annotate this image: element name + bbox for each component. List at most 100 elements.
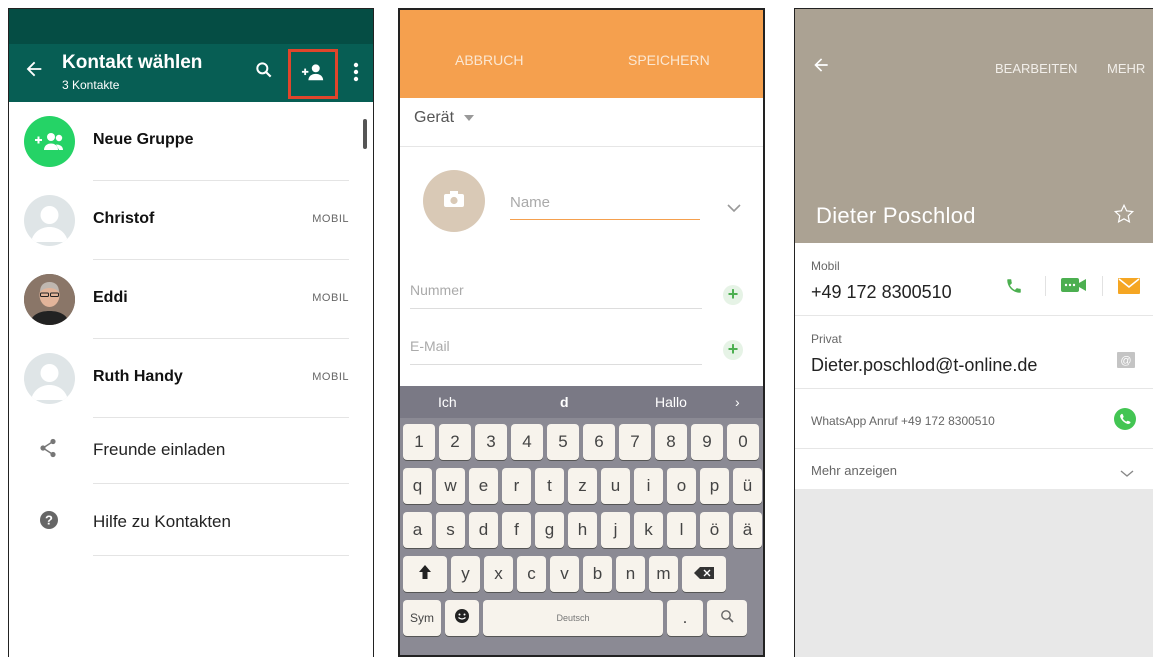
key[interactable]: s xyxy=(436,512,465,548)
key[interactable]: k xyxy=(634,512,663,548)
key[interactable]: d xyxy=(469,512,498,548)
mobile-number-row[interactable]: Mobil +49 172 8300510 xyxy=(795,243,1153,316)
key[interactable]: t xyxy=(535,468,564,504)
back-arrow-icon[interactable] xyxy=(23,58,45,85)
add-number-icon[interactable]: + xyxy=(723,285,743,305)
edit-button[interactable]: BEARBEITEN xyxy=(995,61,1077,76)
contacts-help-item[interactable]: ? Hilfe zu Kontakten xyxy=(9,484,373,556)
key[interactable]: 7 xyxy=(619,424,651,460)
keyboard-row-numbers: 1 2 3 4 5 6 7 8 9 0 xyxy=(403,424,759,460)
expand-chevron-icon[interactable] xyxy=(727,200,741,218)
key[interactable]: 8 xyxy=(655,424,687,460)
key[interactable]: f xyxy=(502,512,531,548)
key[interactable]: 6 xyxy=(583,424,615,460)
svg-text:?: ? xyxy=(45,513,53,528)
suggestion-expand-icon[interactable]: › xyxy=(735,394,740,410)
back-arrow-icon[interactable] xyxy=(811,55,831,80)
contact-row-christof[interactable]: Christof MOBIL xyxy=(9,181,373,260)
symbols-key[interactable]: Sym xyxy=(403,600,441,636)
key[interactable]: a xyxy=(403,512,432,548)
save-button[interactable]: SPEICHERN xyxy=(628,52,710,68)
contact-header: BEARBEITEN MEHR Dieter Poschlod xyxy=(795,9,1153,243)
show-more-row[interactable]: Mehr anzeigen xyxy=(795,449,1153,489)
key[interactable]: i xyxy=(634,468,663,504)
key[interactable]: o xyxy=(667,468,696,504)
more-options-icon[interactable] xyxy=(353,62,359,87)
key[interactable]: q xyxy=(403,468,432,504)
contact-name: Christof xyxy=(93,210,155,227)
divider xyxy=(93,555,349,556)
search-icon[interactable] xyxy=(254,60,274,85)
keyboard-row-2: a s d f g h j k l ö ä xyxy=(403,512,762,548)
list-item-new-group[interactable]: Neue Gruppe xyxy=(9,102,373,181)
avatar xyxy=(24,353,75,404)
shift-key[interactable] xyxy=(403,556,447,592)
phone-number-field[interactable]: Nummer xyxy=(410,282,702,309)
on-screen-keyboard: Ich d Hallo › 1 2 3 4 5 6 7 8 9 0 q w e … xyxy=(400,386,763,655)
video-call-icon[interactable] xyxy=(1061,277,1087,298)
invite-friends-item[interactable]: Freunde einladen xyxy=(9,412,373,484)
key[interactable]: 3 xyxy=(475,424,507,460)
key[interactable]: 5 xyxy=(547,424,579,460)
add-email-icon[interactable]: + xyxy=(723,340,743,360)
contact-row-eddi[interactable]: Eddi MOBIL xyxy=(9,260,373,339)
camera-icon xyxy=(443,190,465,213)
add-contact-button[interactable] xyxy=(288,49,338,99)
whatsapp-icon[interactable] xyxy=(1113,407,1137,436)
key[interactable]: ü xyxy=(733,468,762,504)
key[interactable]: j xyxy=(601,512,630,548)
email-field[interactable]: E-Mail xyxy=(410,338,702,365)
backspace-key[interactable] xyxy=(682,556,726,592)
phone-call-icon[interactable] xyxy=(1005,277,1023,300)
emoji-key[interactable] xyxy=(445,600,479,636)
contact-name: Ruth Handy xyxy=(93,368,183,385)
list-item-label: Neue Gruppe xyxy=(93,131,194,148)
divider xyxy=(1045,276,1046,296)
key[interactable]: ö xyxy=(700,512,729,548)
whatsapp-call-label: WhatsApp Anruf +49 172 8300510 xyxy=(811,414,995,428)
key[interactable]: y xyxy=(451,556,480,592)
key[interactable]: e xyxy=(469,468,498,504)
key[interactable]: 9 xyxy=(691,424,723,460)
search-icon xyxy=(720,608,734,628)
key[interactable]: 0 xyxy=(727,424,759,460)
invite-friends-label: Freunde einladen xyxy=(93,440,226,459)
whatsapp-call-row[interactable]: WhatsApp Anruf +49 172 8300510 xyxy=(795,389,1153,449)
more-button[interactable]: MEHR xyxy=(1107,61,1145,76)
key[interactable]: g xyxy=(535,512,564,548)
cancel-button[interactable]: ABBRUCH xyxy=(455,52,523,68)
key[interactable]: p xyxy=(700,468,729,504)
message-icon[interactable] xyxy=(1118,278,1140,299)
key[interactable]: 4 xyxy=(511,424,543,460)
contact-row-ruth-handy[interactable]: Ruth Handy MOBIL xyxy=(9,339,373,418)
period-key[interactable]: . xyxy=(667,600,703,636)
key[interactable]: r xyxy=(502,468,531,504)
key[interactable]: m xyxy=(649,556,678,592)
key[interactable]: l xyxy=(667,512,696,548)
key[interactable]: x xyxy=(484,556,513,592)
key[interactable]: 2 xyxy=(439,424,471,460)
name-field[interactable]: Name xyxy=(510,194,700,220)
suggestion-item[interactable]: d xyxy=(560,394,569,410)
email-row[interactable]: Privat Dieter.poschlod@t-online.de @ xyxy=(795,316,1153,389)
suggestion-item[interactable]: Ich xyxy=(438,394,457,410)
storage-account-select[interactable]: Gerät xyxy=(414,109,475,127)
email-icon[interactable]: @ xyxy=(1117,352,1135,373)
key[interactable]: 1 xyxy=(403,424,435,460)
key[interactable]: c xyxy=(517,556,546,592)
key[interactable]: z xyxy=(568,468,597,504)
group-add-icon xyxy=(24,116,75,167)
favorite-star-icon[interactable] xyxy=(1113,203,1135,230)
key[interactable]: h xyxy=(568,512,597,548)
add-photo-button[interactable] xyxy=(423,170,485,232)
whatsapp-contact-picker: Kontakt wählen 3 Kontakte Neue Gruppe Ch… xyxy=(8,8,374,657)
key[interactable]: b xyxy=(583,556,612,592)
key[interactable]: w xyxy=(436,468,465,504)
key[interactable]: n xyxy=(616,556,645,592)
key[interactable]: u xyxy=(601,468,630,504)
search-key[interactable] xyxy=(707,600,747,636)
suggestion-item[interactable]: Hallo xyxy=(655,394,687,410)
space-key[interactable]: Deutsch xyxy=(483,600,663,636)
key[interactable]: v xyxy=(550,556,579,592)
key[interactable]: ä xyxy=(733,512,762,548)
